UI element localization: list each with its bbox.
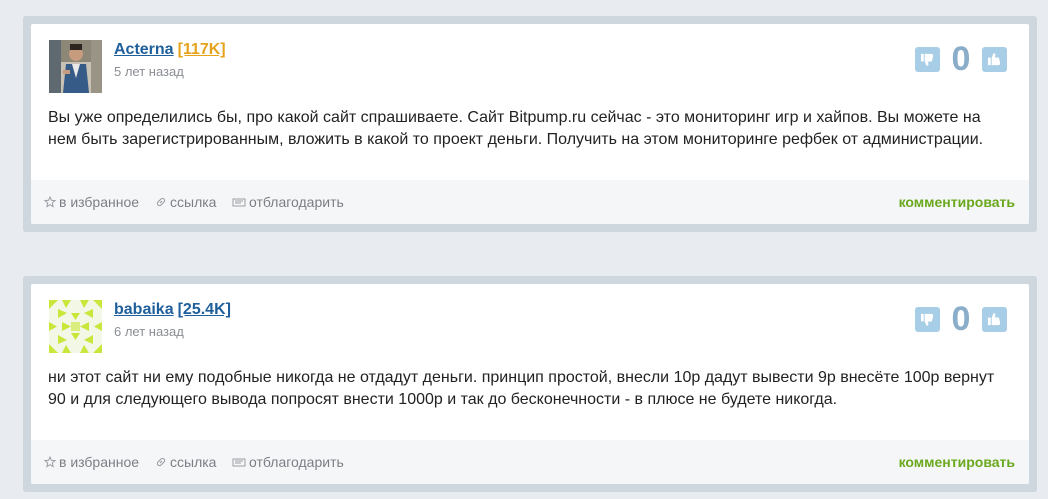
answer-card-inner: babaika [25.4K] 6 лет назад 0 ни этот сай… [31, 284, 1029, 484]
answer-header: Acterna [117K] 5 лет назад 0 [31, 24, 1029, 96]
thumbs-down-icon [920, 313, 934, 326]
link-label: ссылка [170, 454, 217, 470]
comment-button[interactable]: комментировать [899, 194, 1015, 210]
vote-widget: 0 [915, 42, 1007, 76]
answer-card-inner: Acterna [117K] 5 лет назад 0 Вы уже опред… [31, 24, 1029, 224]
vote-up-button[interactable] [982, 306, 1007, 332]
vote-score: 0 [951, 300, 971, 338]
vote-up-button[interactable] [982, 46, 1007, 72]
post-time: 5 лет назад [114, 64, 184, 79]
link-icon [156, 457, 166, 467]
thank-label: отблагодарить [249, 454, 344, 470]
favorite-action[interactable]: в избранное [44, 454, 139, 470]
vote-widget: 0 [915, 302, 1007, 336]
answer-card: babaika [25.4K] 6 лет назад 0 ни этот сай… [23, 276, 1037, 492]
thumbs-down-icon [920, 53, 934, 66]
avatar[interactable] [49, 40, 102, 93]
star-icon [44, 456, 56, 468]
thank-label: отблагодарить [249, 194, 344, 210]
thumbs-up-icon [987, 312, 1001, 325]
answer-footer: в избранное ссылка отблагодарить коммент… [31, 180, 1029, 224]
link-action[interactable]: ссылка [155, 454, 216, 470]
post-time: 6 лет назад [114, 324, 184, 339]
answer-header: babaika [25.4K] 6 лет назад 0 [31, 284, 1029, 356]
money-icon [232, 458, 246, 467]
username-link[interactable]: Acterna [114, 41, 174, 58]
favorite-action[interactable]: в избранное [44, 194, 139, 210]
username-link[interactable]: babaika [114, 301, 174, 318]
star-icon [44, 196, 56, 208]
vote-down-button[interactable] [915, 306, 940, 332]
answer-card: Acterna [117K] 5 лет назад 0 Вы уже опред… [23, 16, 1037, 232]
favorite-label: в избранное [59, 194, 140, 210]
favorite-label: в избранное [59, 454, 140, 470]
thank-action[interactable]: отблагодарить [232, 454, 344, 470]
money-icon [232, 198, 246, 207]
vote-score: 0 [951, 40, 971, 78]
vote-down-button[interactable] [915, 46, 940, 72]
reputation-badge[interactable]: [25.4K] [178, 301, 231, 318]
thumbs-up-icon [987, 52, 1001, 65]
link-label: ссылка [170, 194, 217, 210]
comment-button[interactable]: комментировать [899, 454, 1015, 470]
link-action[interactable]: ссылка [155, 194, 216, 210]
user-line: Acterna [117K] [114, 41, 226, 59]
user-line: babaika [25.4K] [114, 301, 231, 319]
link-icon [156, 197, 166, 207]
answer-footer: в избранное ссылка отблагодарить коммент… [31, 440, 1029, 484]
answer-text: Вы уже определились бы, про какой сайт с… [48, 109, 984, 148]
answer-text: ни этот сайт ни ему подобные никогда не … [48, 369, 995, 408]
reputation-badge[interactable]: [117K] [178, 41, 226, 58]
thank-action[interactable]: отблагодарить [232, 194, 344, 210]
avatar[interactable] [49, 300, 102, 353]
